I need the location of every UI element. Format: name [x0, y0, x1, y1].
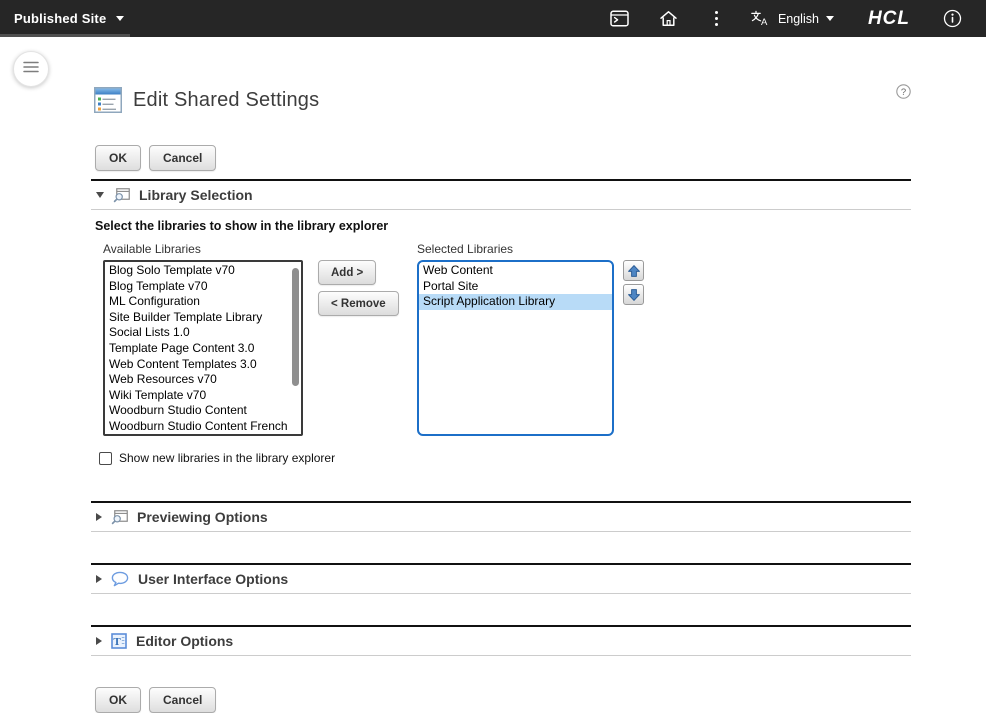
arrow-up-icon: [627, 264, 641, 278]
top-action-buttons: OK Cancel: [95, 145, 911, 171]
section-title: Library Selection: [139, 187, 253, 203]
main-content: Edit Shared Settings ? OK Cancel Library: [91, 86, 911, 713]
list-item[interactable]: Web Content Templates 3.0: [105, 357, 301, 373]
language-label: English: [778, 12, 819, 26]
available-libraries-items: Blog Solo Template v70 Blog Template v70…: [105, 263, 301, 435]
menu-icon: [23, 60, 39, 78]
page-title: Edit Shared Settings: [133, 89, 319, 112]
topbar: Published Site: [0, 0, 986, 37]
bottom-action-buttons: OK Cancel: [95, 687, 911, 713]
home-button[interactable]: [644, 0, 693, 37]
available-libraries-label: Available Libraries: [103, 242, 303, 255]
list-item[interactable]: Web Resources v70: [105, 372, 301, 388]
svg-text:A: A: [761, 17, 768, 27]
twisty-right-icon: [96, 513, 102, 521]
scrollbar-thumb[interactable]: [292, 268, 299, 386]
cancel-button[interactable]: Cancel: [149, 145, 216, 171]
selected-libraries-label: Selected Libraries: [417, 242, 614, 255]
active-tab-underline: [0, 34, 130, 37]
terminal-window-icon: [610, 10, 629, 27]
list-item[interactable]: Site Builder Template Library: [105, 310, 301, 326]
ok-button[interactable]: OK: [95, 687, 141, 713]
show-new-libraries-row: Show new libraries in the library explor…: [99, 451, 911, 465]
user-interface-options-header[interactable]: User Interface Options: [91, 565, 911, 594]
checkbox-label: Show new libraries in the library explor…: [119, 451, 335, 465]
home-icon: [659, 10, 678, 27]
info-icon: [943, 9, 962, 28]
caret-down-icon: [116, 16, 124, 21]
available-column: Available Libraries Blog Solo Template v…: [103, 242, 303, 436]
section-title: Editor Options: [136, 633, 233, 649]
selected-column: Selected Libraries Web Content Portal Si…: [417, 242, 614, 436]
language-selector[interactable]: A English: [740, 0, 850, 37]
section-title: User Interface Options: [138, 571, 288, 587]
section-previewing-options: Previewing Options: [91, 501, 911, 532]
list-item[interactable]: Blog Template v70: [105, 279, 301, 295]
list-item[interactable]: Blog Solo Template v70: [105, 263, 301, 279]
previewing-options-header[interactable]: Previewing Options: [91, 503, 911, 532]
overflow-menu-button[interactable]: [693, 0, 740, 37]
list-item[interactable]: ML Configuration: [105, 294, 301, 310]
section-user-interface-options: User Interface Options: [91, 563, 911, 594]
site-menu-tab[interactable]: Published Site: [0, 0, 142, 37]
section-title: Previewing Options: [137, 509, 268, 525]
speech-bubble-icon: [111, 571, 129, 587]
arrow-down-icon: [627, 288, 641, 302]
list-item[interactable]: Woodburn Studio Content: [105, 403, 301, 419]
menu-fab-button[interactable]: [13, 51, 49, 87]
selected-libraries-items: Web Content Portal Site Script Applicati…: [419, 263, 612, 310]
brand-logo: HCL: [850, 0, 928, 37]
editor-options-header[interactable]: T Editor Options: [91, 627, 911, 656]
move-down-button[interactable]: [623, 284, 644, 305]
remove-button[interactable]: < Remove: [318, 291, 399, 316]
transfer-buttons: Add > < Remove: [318, 242, 402, 436]
topbar-actions: A English HCL: [595, 0, 986, 37]
help-button[interactable]: ?: [896, 84, 911, 99]
list-item[interactable]: Wiki Template v70: [105, 388, 301, 404]
svg-text:?: ?: [901, 87, 906, 98]
twisty-right-icon: [96, 637, 102, 645]
cancel-button[interactable]: Cancel: [149, 687, 216, 713]
page-header: Edit Shared Settings ?: [91, 86, 911, 114]
text-editor-icon: T: [111, 633, 127, 649]
selected-libraries-list[interactable]: Web Content Portal Site Script Applicati…: [417, 260, 614, 436]
terminal-window-button[interactable]: [595, 0, 644, 37]
caret-down-icon: [826, 16, 834, 21]
translate-icon: A: [750, 10, 771, 27]
window-magnifier-icon: [111, 509, 128, 525]
add-button[interactable]: Add >: [318, 260, 376, 285]
site-menu-label: Published Site: [14, 11, 106, 26]
library-selection-body: Select the libraries to show in the libr…: [91, 219, 911, 501]
reorder-buttons: [623, 242, 644, 436]
library-selection-header[interactable]: Library Selection: [91, 181, 911, 210]
available-libraries-list[interactable]: Blog Solo Template v70 Blog Template v70…: [103, 260, 303, 436]
window-magnifier-icon: [113, 187, 130, 203]
info-button[interactable]: [928, 0, 977, 37]
list-item[interactable]: Social Lists 1.0: [105, 325, 301, 341]
dual-list: Available Libraries Blog Solo Template v…: [103, 242, 911, 436]
list-item[interactable]: Template Page Content 3.0: [105, 341, 301, 357]
move-up-button[interactable]: [623, 260, 644, 281]
list-item-selected[interactable]: Script Application Library: [419, 294, 612, 310]
section-library-selection: Library Selection Select the libraries t…: [91, 179, 911, 501]
show-new-libraries-checkbox[interactable]: [99, 452, 112, 465]
section-editor-options: T Editor Options: [91, 625, 911, 656]
svg-text:T: T: [113, 636, 121, 648]
list-item[interactable]: Portal Site: [419, 279, 612, 295]
twisty-right-icon: [96, 575, 102, 583]
ok-button[interactable]: OK: [95, 145, 141, 171]
overflow-menu-icon: [715, 11, 718, 14]
window-list-icon: [94, 87, 122, 113]
instruction-text: Select the libraries to show in the libr…: [95, 219, 911, 233]
list-item[interactable]: Web Content: [419, 263, 612, 279]
help-icon: ?: [896, 84, 911, 99]
twisty-down-icon: [96, 192, 104, 198]
list-item[interactable]: Woodburn Studio Content French: [105, 419, 301, 435]
